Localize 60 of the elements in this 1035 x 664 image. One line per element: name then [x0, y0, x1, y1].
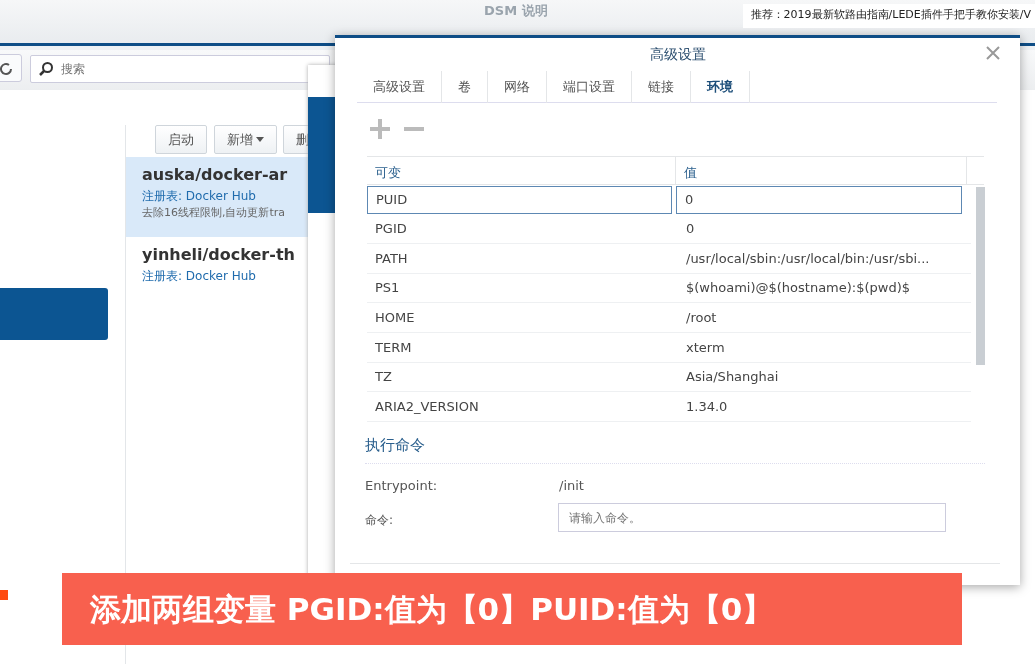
scrollbar-thumb[interactable] — [976, 187, 985, 365]
caption-marker — [0, 590, 8, 600]
table-row[interactable]: ARIA2_VERSION 1.34.0 — [367, 392, 971, 422]
table-row[interactable]: TZ Asia/Shanghai — [367, 362, 971, 393]
table-cell-text: /usr/local/sbin:/usr/local/bin:/usr/sbi... — [685, 249, 931, 268]
table-row[interactable]: PGID 0 — [367, 214, 971, 245]
toolbar-button[interactable]: 删 — [283, 125, 308, 154]
table-row[interactable]: PUID 0 — [367, 185, 971, 215]
recommendation-banner: 推荐：2019最新软路由指南/LEDE插件手把手教你安装/V — [742, 4, 1035, 28]
add-icon[interactable] — [369, 118, 391, 140]
name-input[interactable]: PUID — [367, 185, 672, 214]
search-field[interactable]: 搜索 — [30, 55, 330, 83]
table-cell-text: xterm — [685, 338, 726, 357]
table-cell-text: PGID — [374, 220, 408, 239]
tab[interactable]: 环境 — [691, 71, 750, 103]
image-name: auska/docker-ar — [142, 164, 289, 187]
sidebar-selected-item[interactable] — [0, 288, 108, 340]
subtitle-caption: 添加两组变量 PGID:值为【0】PUID:值为【0】 — [62, 573, 962, 645]
registry-label: 注册表: Docker Hub — [142, 188, 257, 206]
table-row[interactable]: TERM xterm — [367, 332, 971, 363]
window-title: DSM 说明 — [484, 2, 548, 20]
table-row[interactable]: PATH /usr/local/sbin:/usr/local/bin:/usr/sbi... — [367, 244, 971, 274]
column-header[interactable]: 可变 — [367, 157, 676, 184]
dialog-title: 高级设置 — [648, 45, 707, 64]
table-cell-text: 1.34.0 — [685, 397, 729, 416]
tab[interactable]: 网络 — [488, 71, 547, 103]
table-row[interactable]: HOME /root — [367, 303, 971, 333]
registry-label: 注册表: Docker Hub — [142, 268, 257, 286]
caret-icon — [255, 137, 264, 142]
table-cell-text: TZ — [374, 368, 393, 387]
field-value: /init — [559, 477, 584, 495]
table-cell-text: PATH — [374, 249, 409, 268]
image-list-item[interactable]: yinheli/docker-th 注册表: Docker Hub — [126, 237, 308, 318]
close-icon — [986, 46, 1000, 60]
search-icon — [38, 61, 54, 77]
toolbar-button[interactable]: 启动 — [155, 125, 207, 154]
table-cell-text: Asia/Shanghai — [685, 368, 780, 387]
image-name: yinheli/docker-th — [142, 244, 292, 267]
field-label: 命令: — [365, 512, 394, 529]
table-cell-text: TERM — [374, 338, 413, 357]
table-cell-text: HOME — [374, 308, 416, 327]
table-row[interactable]: PS1 $(whoami)@$(hostname):$(pwd)$ — [367, 273, 971, 304]
table-cell-text: ARIA2_VERSION — [374, 397, 480, 416]
table-cell-text: $(whoami)@$(hostname):$(pwd)$ — [685, 279, 912, 298]
table-cell-text: 0 — [685, 220, 696, 239]
image-list-item[interactable]: auska/docker-ar 注册表: Docker Hub 去除16线程限制,自动更新tra — [126, 157, 308, 238]
tab[interactable]: 链接 — [632, 71, 691, 103]
field-label: Entrypoint: — [365, 477, 438, 495]
refresh-icon — [0, 61, 13, 76]
section-title: 执行命令 — [365, 435, 425, 456]
tab[interactable]: 端口设置 — [547, 71, 632, 103]
value-input[interactable]: 0 — [676, 185, 962, 214]
tab[interactable]: 卷 — [442, 71, 488, 103]
tab[interactable]: 高级设置 — [357, 71, 442, 103]
table-cell-text: /root — [685, 308, 718, 327]
command-field[interactable]: 请输入命令。 — [558, 503, 946, 532]
image-description: 去除16线程限制,自动更新tra — [142, 205, 287, 222]
toolbar-button[interactable]: 新增 — [213, 125, 277, 154]
table-cell-text: PS1 — [374, 279, 401, 298]
column-header[interactable]: 值 — [676, 157, 967, 184]
